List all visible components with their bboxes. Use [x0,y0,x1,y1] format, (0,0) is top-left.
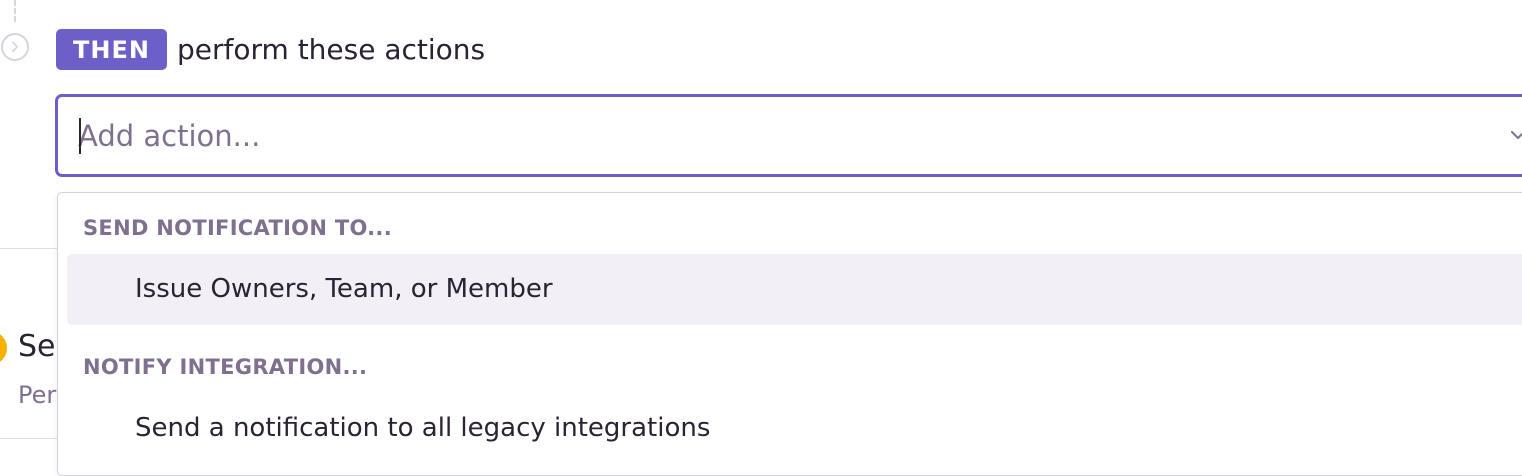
background-section-title: Se [18,329,56,364]
option-legacy-integrations[interactable]: Send a notification to all legacy integr… [67,393,1522,464]
warning-dot-icon [0,331,7,365]
background-section-subtitle: Per [18,381,57,409]
section-divider [0,438,60,439]
chevron-down-icon[interactable] [1510,129,1522,141]
action-dropdown-menu: SEND NOTIFICATION TO... Issue Owners, Te… [57,192,1522,476]
group-header-notify-integration: NOTIFY INTEGRATION... [83,355,368,379]
section-divider [0,248,60,249]
text-caret [79,118,81,154]
group-header-send-notification: SEND NOTIFICATION TO... [83,216,392,240]
issue-alert-rule-editor: THEN perform these actions Se Per SEND N… [0,0,1522,476]
then-badge: THEN [56,29,167,70]
option-issue-owners-team-member[interactable]: Issue Owners, Team, or Member [67,254,1522,325]
then-heading: perform these actions [177,33,486,66]
add-action-select[interactable] [55,94,1522,177]
timeline-connector [14,0,16,22]
chevron-right-circle-icon [1,33,29,61]
add-action-input[interactable] [78,97,1478,174]
